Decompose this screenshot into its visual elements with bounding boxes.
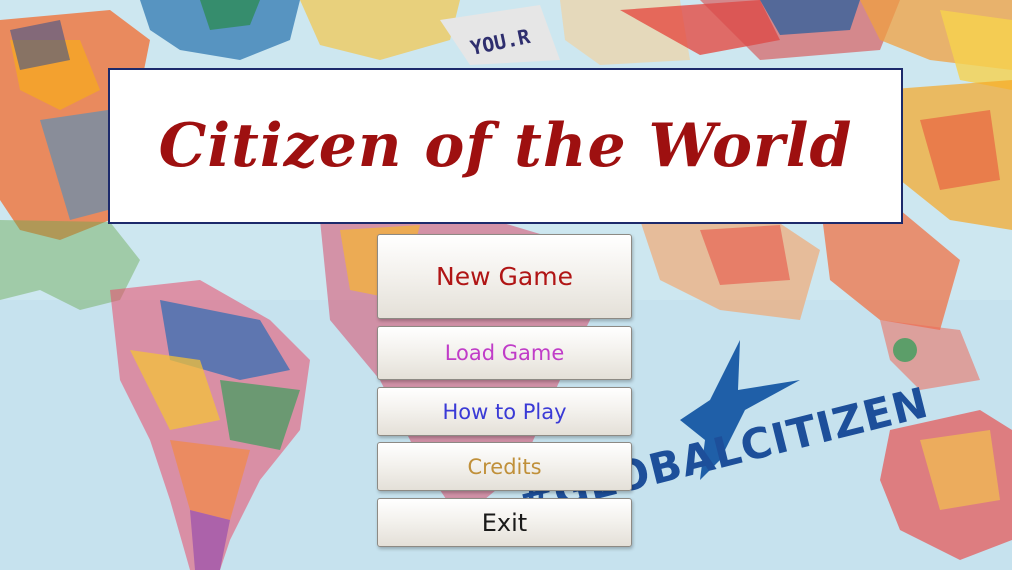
credits-button[interactable]: Credits xyxy=(377,442,632,491)
new-game-button[interactable]: New Game xyxy=(377,234,632,319)
load-game-label: Load Game xyxy=(444,341,565,365)
main-menu-screen: #GLOBALCITIZEN YOU.R Citizen of the Worl… xyxy=(0,0,1012,570)
exit-label: Exit xyxy=(481,508,528,537)
new-game-label: New Game xyxy=(436,262,573,291)
title-banner: Citizen of the World xyxy=(108,68,903,224)
exit-button[interactable]: Exit xyxy=(377,498,632,547)
how-to-play-button[interactable]: How to Play xyxy=(377,387,632,436)
load-game-button[interactable]: Load Game xyxy=(377,326,632,380)
how-to-play-label: How to Play xyxy=(442,399,567,424)
game-title: Citizen of the World xyxy=(158,111,853,181)
credits-label: Credits xyxy=(467,454,542,479)
